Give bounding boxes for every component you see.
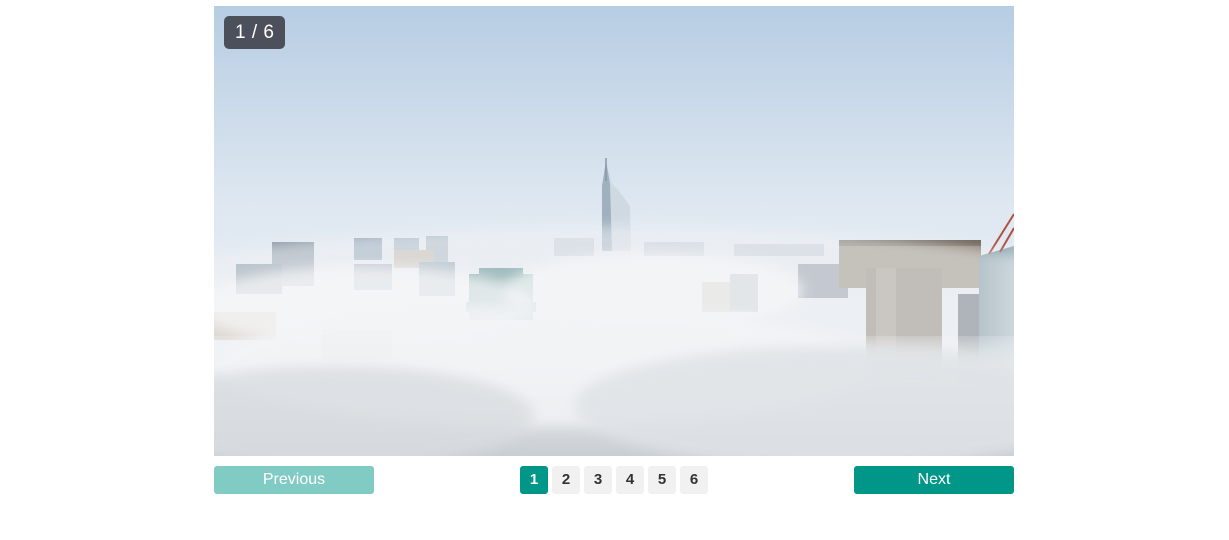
previous-button[interactable]: Previous (214, 466, 374, 494)
image-carousel: 1 / 6 Previous 1 2 3 4 5 6 Next (214, 6, 1014, 494)
next-button[interactable]: Next (854, 466, 1014, 494)
slide-image: 1 / 6 (214, 6, 1014, 456)
carousel-controls: Previous 1 2 3 4 5 6 Next (214, 466, 1014, 494)
page-button-5[interactable]: 5 (648, 466, 676, 494)
slide-counter-badge: 1 / 6 (224, 16, 286, 49)
pagination: 1 2 3 4 5 6 (520, 466, 708, 494)
page-button-3[interactable]: 3 (584, 466, 612, 494)
page-button-6[interactable]: 6 (680, 466, 708, 494)
page-button-4[interactable]: 4 (616, 466, 644, 494)
page-button-1[interactable]: 1 (520, 466, 548, 494)
page-button-2[interactable]: 2 (552, 466, 580, 494)
slide-counter: 1 / 6 (235, 22, 275, 43)
city-above-clouds-image (214, 6, 1014, 456)
